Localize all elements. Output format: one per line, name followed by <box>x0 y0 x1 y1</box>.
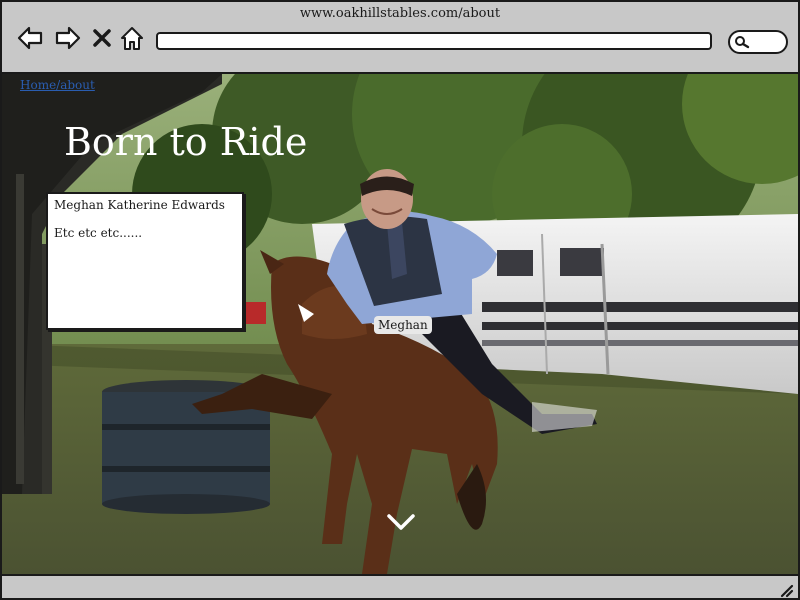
back-arrow-icon[interactable] <box>16 24 44 52</box>
address-bar-input[interactable] <box>156 32 712 50</box>
home-icon[interactable] <box>118 24 146 52</box>
search-field[interactable] <box>728 30 788 54</box>
page-title: Born to Ride <box>64 120 308 164</box>
resize-grip-icon[interactable] <box>778 582 794 598</box>
browser-status-bar <box>2 574 798 598</box>
window-title-url: www.oakhillstables.com/about <box>299 6 501 21</box>
close-icon[interactable] <box>90 24 114 52</box>
photo-tag-label[interactable]: Meghan <box>374 316 432 334</box>
browser-toolbar: www.oakhillstables.com/about <box>2 2 798 74</box>
breadcrumb-link[interactable]: Home/about <box>20 78 95 92</box>
forward-arrow-icon[interactable] <box>54 24 82 52</box>
bio-name: Meghan Katherine Edwards <box>54 198 225 212</box>
chevron-down-icon[interactable] <box>386 512 416 532</box>
page-viewport: Home/about Born to Ride Meghan Katherine… <box>2 74 798 574</box>
bio-card: Meghan Katherine Edwards Etc etc etc....… <box>46 192 244 330</box>
bio-text: Etc etc etc...... <box>54 226 143 240</box>
search-icon <box>735 36 750 49</box>
browser-window: www.oakhillstables.com/about Home/about … <box>0 0 800 600</box>
